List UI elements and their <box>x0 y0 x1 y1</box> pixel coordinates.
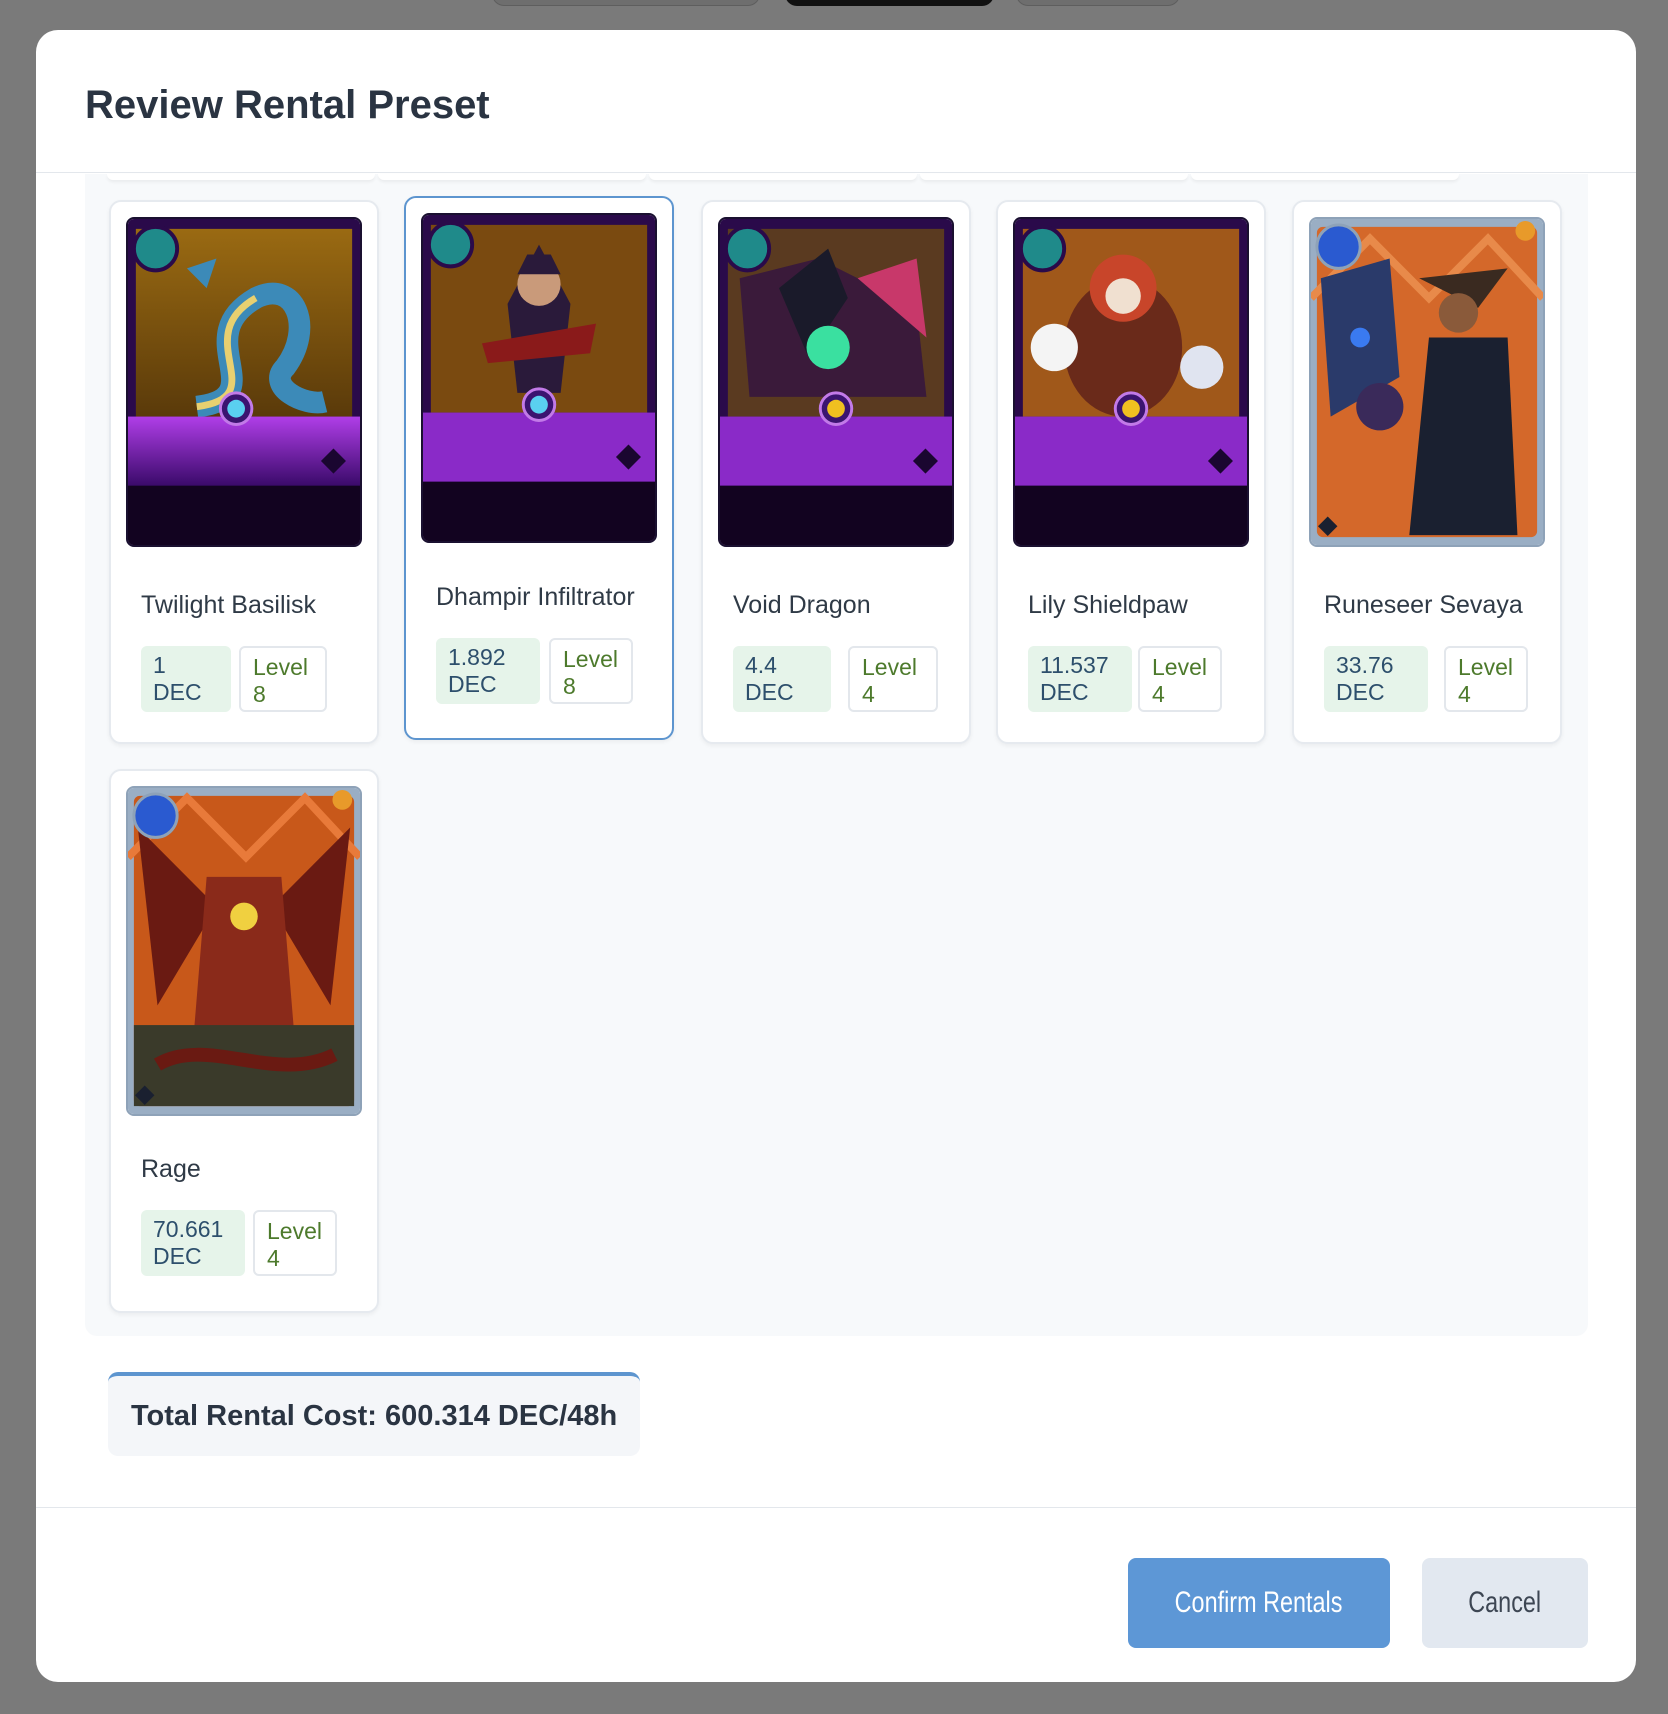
level-badge: Level 4 <box>1138 646 1222 712</box>
price-badge: 70.661 DEC <box>141 1210 245 1276</box>
rental-card[interactable]: Runeseer Sevaya 33.76 DEC Level 4 <box>1292 200 1562 744</box>
card-art-twilight-basilisk <box>126 217 362 547</box>
confirm-rentals-button[interactable]: Confirm Rentals <box>1128 1558 1390 1648</box>
price-unit: DEC <box>448 671 497 697</box>
card-art-void-dragon <box>718 217 954 547</box>
level-label: Level <box>1458 654 1513 680</box>
price-amount: 1 <box>153 652 166 678</box>
rental-card[interactable]: Void Dragon 4.4 DEC Level 4 <box>701 200 971 744</box>
total-rental-cost: Total Rental Cost: 600.314 DEC/48h <box>108 1372 640 1456</box>
level-badge: Level 8 <box>239 646 327 712</box>
price-badge: 11.537 DEC <box>1028 646 1132 712</box>
card-name: Twilight Basilisk <box>141 591 317 619</box>
background-tab <box>1016 0 1180 6</box>
scrolled-card-edge <box>1191 174 1459 180</box>
total-rental-cost-text: Total Rental Cost: 600.314 DEC/48h <box>131 1399 618 1432</box>
price-amount: 4.4 <box>745 652 777 678</box>
level-badge: Level 4 <box>253 1210 337 1276</box>
price-badge: 4.4 DEC <box>733 646 831 712</box>
card-art-lily-shieldpaw <box>1013 217 1249 547</box>
level-value: 8 <box>253 681 266 707</box>
price-amount: 33.76 <box>1336 652 1394 678</box>
background-tab <box>492 0 760 6</box>
price-badge: 1.892 DEC <box>436 638 540 704</box>
level-label: Level <box>1152 654 1207 680</box>
level-value: 8 <box>563 673 576 699</box>
card-name: Rage <box>141 1155 201 1183</box>
scrolled-card-edge <box>378 174 646 180</box>
level-badge: Level 8 <box>549 638 633 704</box>
price-amount: 1.892 <box>448 644 506 670</box>
price-amount: 11.537 <box>1040 652 1109 678</box>
price-amount: 70.661 <box>153 1216 224 1242</box>
card-name: Dhampir Infiltrator <box>436 583 635 611</box>
level-label: Level <box>862 654 917 680</box>
price-unit: DEC <box>1040 679 1089 705</box>
price-badge: 33.76 DEC <box>1324 646 1428 712</box>
price-unit: DEC <box>1336 679 1385 705</box>
level-badge: Level 4 <box>848 646 938 712</box>
card-art-rage <box>126 786 362 1116</box>
price-unit: DEC <box>153 679 202 705</box>
level-value: 4 <box>1458 681 1471 707</box>
rental-card[interactable]: Lily Shieldpaw 11.537 DEC Level 4 <box>996 200 1266 744</box>
modal-footer: Confirm Rentals Cancel <box>36 1507 1636 1682</box>
level-label: Level <box>563 646 618 672</box>
level-label: Level <box>253 654 308 680</box>
level-value: 4 <box>267 1245 280 1271</box>
rental-card[interactable]: Rage 70.661 DEC Level 4 <box>109 769 379 1313</box>
scrolled-card-edge <box>107 174 375 180</box>
modal-header: Review Rental Preset <box>36 30 1636 173</box>
review-rental-modal: Review Rental Preset Twilight Basilisk 1… <box>36 30 1636 1682</box>
level-value: 4 <box>1152 681 1165 707</box>
cancel-button[interactable]: Cancel <box>1422 1558 1588 1648</box>
price-badge: 1 DEC <box>141 646 231 712</box>
price-unit: DEC <box>745 679 794 705</box>
card-art-runeseer-sevaya <box>1309 217 1545 547</box>
card-name: Runeseer Sevaya <box>1324 591 1523 619</box>
scrolled-card-edge <box>649 174 917 180</box>
level-value: 4 <box>862 681 875 707</box>
cancel-label: Cancel <box>1468 1586 1542 1619</box>
background-tab-active <box>785 0 994 6</box>
modal-title: Review Rental Preset <box>85 82 490 127</box>
card-name: Void Dragon <box>733 591 871 619</box>
price-unit: DEC <box>153 1243 202 1269</box>
level-badge: Level 4 <box>1444 646 1528 712</box>
card-art-dhampir-infiltrator <box>421 213 657 543</box>
card-name: Lily Shieldpaw <box>1028 591 1188 619</box>
confirm-rentals-label: Confirm Rentals <box>1175 1586 1343 1619</box>
level-label: Level <box>267 1218 322 1244</box>
scrolled-card-edge <box>920 174 1188 180</box>
rental-card[interactable]: Twilight Basilisk 1 DEC Level 8 <box>109 200 379 744</box>
rental-card-selected[interactable]: Dhampir Infiltrator 1.892 DEC Level 8 <box>404 196 674 740</box>
